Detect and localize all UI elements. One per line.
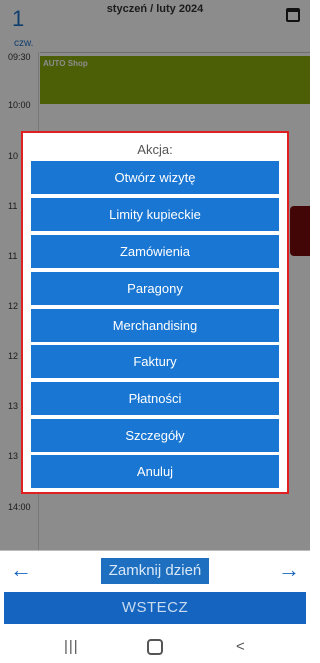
footer-divider bbox=[0, 550, 310, 551]
orders-button[interactable]: Zamówienia bbox=[31, 235, 279, 268]
open-visit-button[interactable]: Otwórz wizytę bbox=[31, 161, 279, 194]
previous-day-arrow-icon[interactable]: ← bbox=[10, 556, 32, 584]
merchandising-button[interactable]: Merchandising bbox=[31, 309, 279, 342]
merchant-limits-button[interactable]: Limity kupieckie bbox=[31, 198, 279, 231]
system-navigation-bar: ||| < bbox=[0, 629, 310, 663]
day-navigation: ← Zamknij dzień → bbox=[0, 556, 310, 586]
payments-button[interactable]: Płatności bbox=[31, 382, 279, 415]
action-dialog: Akcja: Otwórz wizytę Limity kupieckie Za… bbox=[21, 131, 289, 494]
back-button[interactable]: WSTECZ bbox=[4, 592, 306, 624]
invoices-button[interactable]: Faktury bbox=[31, 345, 279, 378]
home-icon[interactable] bbox=[147, 639, 163, 655]
cancel-button[interactable]: Anuluj bbox=[31, 455, 279, 488]
next-day-arrow-icon[interactable]: → bbox=[278, 556, 300, 584]
receipts-button[interactable]: Paragony bbox=[31, 272, 279, 305]
recent-apps-icon[interactable]: ||| bbox=[64, 638, 79, 655]
back-nav-icon[interactable]: < bbox=[236, 638, 245, 655]
dialog-title: Akcja: bbox=[137, 142, 173, 157]
details-button[interactable]: Szczegóły bbox=[31, 419, 279, 452]
close-day-button[interactable]: Zamknij dzień bbox=[101, 558, 209, 584]
